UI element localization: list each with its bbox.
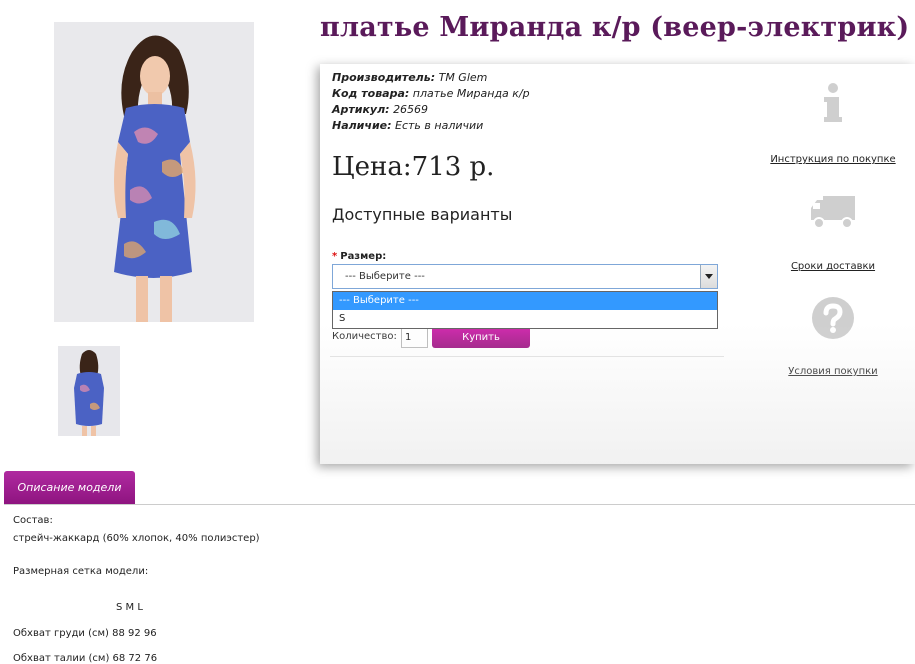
quantity-input[interactable] (401, 326, 428, 348)
availability-label: Наличие: (332, 119, 392, 132)
sku-line: Артикул: 26569 (332, 103, 428, 116)
buy-button[interactable]: Купить (432, 326, 530, 348)
side-block-instructions: Инструкция по покупке (763, 82, 903, 165)
composition-label: Состав: (13, 515, 53, 526)
question-icon (812, 297, 854, 339)
product-price: Цена:713 р. (332, 152, 495, 182)
size-grid-label: Размерная сетка модели: (13, 566, 149, 577)
side-block-purchase-terms: Условия покупки (763, 296, 903, 377)
size-select-value: --- Выберите --- (345, 271, 425, 282)
product-thumbnail-back[interactable] (58, 346, 120, 436)
tab-divider (4, 504, 915, 505)
size-select[interactable]: --- Выберите --- (332, 264, 718, 289)
size-dropdown-list: --- Выберите --- S (332, 291, 718, 329)
side-block-delivery: Сроки доставки (763, 190, 903, 272)
required-marker: * (332, 251, 338, 262)
availability-value: Есть в наличии (395, 119, 484, 132)
instructions-link[interactable]: Инструкция по покупке (763, 154, 903, 165)
divider (330, 356, 724, 357)
manufacturer-value: TM Glem (438, 71, 488, 84)
product-code-label: Код товара: (332, 87, 410, 100)
sku-value: 26569 (393, 103, 429, 116)
sku-label: Артикул: (332, 103, 390, 116)
size-grid-row-waist: Обхват талии (см) 68 72 76 (13, 653, 158, 664)
dress-photo-illustration (54, 22, 254, 322)
chevron-down-icon[interactable] (700, 265, 717, 288)
size-label: * Размер: (332, 251, 386, 262)
manufacturer-line: Производитель: TM Glem (332, 71, 487, 84)
dropdown-option-s[interactable]: S (333, 310, 717, 328)
variants-heading: Доступные варианты (332, 205, 513, 224)
availability-line: Наличие: Есть в наличии (332, 119, 483, 132)
dress-back-thumbnail-illustration (58, 346, 120, 436)
info-icon (824, 83, 842, 122)
product-main-image[interactable] (54, 22, 254, 322)
quantity-label: Количество: (332, 331, 397, 342)
product-title: платье Миранда к/р (веер-электрик) (320, 12, 910, 43)
size-label-text: Размер: (340, 251, 387, 262)
composition-value: стрейч-жаккард (60% хлопок, 40% полиэсте… (13, 533, 260, 544)
purchase-terms-link[interactable]: Условия покупки (763, 366, 903, 377)
delivery-truck-icon (811, 196, 855, 229)
product-code-line: Код товара: платье Миранда к/р (332, 87, 530, 100)
dropdown-option-placeholder[interactable]: --- Выберите --- (333, 292, 717, 310)
size-grid-row-chest: Обхват груди (см) 88 92 96 (13, 628, 157, 639)
manufacturer-label: Производитель: (332, 71, 436, 84)
product-info-panel: Производитель: TM Glem Код товара: плать… (320, 64, 915, 464)
size-grid-header: S M L (116, 602, 143, 613)
delivery-terms-link[interactable]: Сроки доставки (763, 261, 903, 272)
product-code-value: платье Миранда к/р (412, 87, 530, 100)
tab-description[interactable]: Описание модели (4, 471, 135, 504)
